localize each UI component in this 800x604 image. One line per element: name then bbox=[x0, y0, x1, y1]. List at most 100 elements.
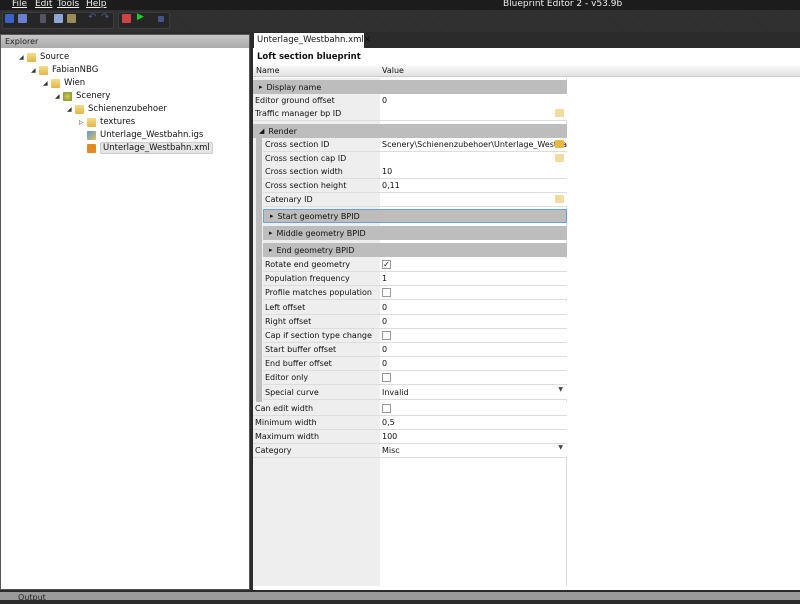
chevron-down-icon[interactable]: ▼ bbox=[558, 444, 563, 451]
property-value[interactable]: Misc ▼ bbox=[380, 444, 567, 457]
property-value[interactable]: 10 bbox=[380, 165, 567, 178]
tree-item[interactable]: ◢ Source bbox=[19, 51, 69, 63]
property-value[interactable]: 0 bbox=[380, 315, 567, 328]
folder-browse-icon[interactable] bbox=[555, 195, 564, 203]
value-text: 10 bbox=[382, 167, 393, 176]
property-group[interactable]: ▸ Middle geometry BPID bbox=[263, 226, 567, 240]
tree-item-label: textures bbox=[100, 117, 136, 127]
property-value[interactable]: 0 bbox=[380, 301, 567, 314]
property-row: Traffic manager bp ID bbox=[253, 107, 567, 121]
tree-item[interactable]: ◢ Wien bbox=[43, 77, 85, 89]
tree-item[interactable]: ◢ Schienenzubehoer bbox=[67, 103, 167, 115]
expanded-triangle-icon[interactable]: ◢ bbox=[19, 54, 27, 61]
output-panel[interactable]: Output bbox=[0, 592, 800, 602]
property-row: Editor only bbox=[263, 371, 567, 385]
property-name: Population frequency bbox=[263, 272, 380, 285]
menu-help[interactable]: Help bbox=[86, 0, 107, 9]
property-row: Special curve Invalid ▼ bbox=[263, 386, 567, 400]
value-text: Invalid bbox=[382, 388, 409, 397]
tree-item[interactable]: ▷ textures bbox=[79, 116, 135, 128]
property-name: Cross section width bbox=[263, 165, 380, 178]
checkbox[interactable] bbox=[382, 373, 391, 382]
property-value[interactable]: 0 bbox=[380, 343, 567, 356]
save-all-icon[interactable] bbox=[18, 14, 27, 23]
expanded-triangle-icon[interactable]: ◢ bbox=[55, 93, 63, 100]
checkbox[interactable] bbox=[382, 331, 391, 340]
property-row: Catenary ID bbox=[263, 193, 567, 207]
redo-icon[interactable]: ↷ bbox=[101, 12, 110, 23]
stop-icon[interactable] bbox=[158, 16, 164, 22]
tree-item[interactable]: ◢ Scenery bbox=[55, 90, 110, 102]
collapsed-triangle-icon[interactable]: ▸ bbox=[259, 83, 263, 91]
undo-icon[interactable]: ↶ bbox=[88, 12, 97, 23]
tree-item[interactable]: Unterlage_Westbahn.xml bbox=[79, 142, 213, 154]
property-name: Maximum width bbox=[253, 430, 380, 443]
folder-icon bbox=[27, 52, 36, 62]
folder-browse-icon[interactable] bbox=[555, 140, 564, 148]
property-group[interactable]: ▸ End geometry BPID bbox=[263, 243, 567, 257]
property-value[interactable] bbox=[380, 402, 567, 415]
property-value[interactable]: ✓ bbox=[380, 258, 567, 271]
checkbox[interactable]: ✓ bbox=[382, 260, 391, 269]
property-row: Cross section cap ID bbox=[263, 152, 567, 166]
property-value[interactable]: 0 bbox=[380, 357, 567, 370]
tab-unterlage-westbahn-xml[interactable]: Unterlage_Westbahn.xml ✕ bbox=[254, 33, 371, 48]
paste-icon[interactable] bbox=[67, 14, 76, 23]
cut-icon[interactable] bbox=[40, 14, 46, 23]
property-value[interactable] bbox=[380, 371, 567, 384]
menu-file[interactable]: File bbox=[12, 0, 27, 9]
property-value[interactable] bbox=[380, 286, 567, 299]
property-group[interactable]: ▸ Display name bbox=[253, 80, 567, 94]
property-value[interactable]: 1 bbox=[380, 272, 567, 285]
expanded-triangle-icon[interactable]: ◢ bbox=[31, 67, 39, 74]
build-icon[interactable] bbox=[122, 14, 131, 23]
window-title: Blueprint Editor 2 - v53.9b bbox=[503, 0, 623, 9]
column-name: Name bbox=[256, 66, 280, 75]
collapsed-triangle-icon[interactable]: ▸ bbox=[269, 229, 273, 237]
property-name: Cap if section type change bbox=[263, 329, 380, 342]
menu-tools[interactable]: Tools bbox=[57, 0, 79, 9]
column-value: Value bbox=[382, 66, 404, 75]
collapsed-triangle-icon[interactable]: ▸ bbox=[270, 212, 274, 220]
chevron-down-icon[interactable]: ▼ bbox=[558, 386, 563, 393]
copy-icon[interactable] bbox=[54, 14, 63, 23]
property-value[interactable]: Scenery\Schienenzubehoer\Unterlage_Westb… bbox=[380, 138, 567, 151]
igs-file-icon bbox=[87, 130, 96, 140]
property-group[interactable]: ◢ Render bbox=[253, 124, 567, 138]
property-value[interactable] bbox=[380, 193, 567, 206]
folder-browse-icon[interactable] bbox=[555, 109, 564, 117]
expanded-triangle-icon[interactable]: ◢ bbox=[259, 127, 264, 135]
property-value[interactable] bbox=[380, 152, 567, 165]
checkbox[interactable] bbox=[382, 288, 391, 297]
folder-icon bbox=[51, 78, 60, 88]
tree-item[interactable]: Unterlage_Westbahn.igs bbox=[79, 129, 203, 141]
property-row: Can edit width bbox=[253, 402, 567, 416]
property-value[interactable]: 100 bbox=[380, 430, 567, 443]
value-text: 0 bbox=[382, 317, 388, 326]
scenery-icon bbox=[63, 91, 72, 101]
property-group[interactable]: ▸ Start geometry BPID bbox=[263, 209, 567, 223]
expanded-triangle-icon[interactable]: ◢ bbox=[43, 80, 51, 87]
property-value[interactable]: Invalid ▼ bbox=[380, 386, 567, 399]
folder-browse-icon[interactable] bbox=[555, 154, 564, 162]
tree-item[interactable]: ◢ FabianNBG bbox=[31, 64, 98, 76]
property-value[interactable]: 0,5 bbox=[380, 416, 567, 429]
tab-label: Unterlage_Westbahn.xml bbox=[257, 35, 364, 45]
checkbox[interactable] bbox=[382, 404, 391, 413]
expanded-triangle-icon[interactable]: ◢ bbox=[67, 106, 75, 113]
group-label: Middle geometry BPID bbox=[276, 228, 366, 238]
property-name: Editor ground offset bbox=[253, 94, 380, 107]
close-icon[interactable]: ✕ bbox=[364, 35, 371, 46]
run-icon[interactable]: ▶ bbox=[137, 12, 146, 22]
collapsed-triangle-icon[interactable]: ▷ bbox=[79, 119, 87, 126]
collapsed-triangle-icon[interactable]: ▸ bbox=[269, 246, 273, 254]
menu-edit[interactable]: Edit bbox=[35, 0, 52, 9]
property-value[interactable]: 0,11 bbox=[380, 179, 567, 192]
property-value[interactable] bbox=[380, 329, 567, 342]
property-value[interactable]: 0 bbox=[380, 94, 567, 107]
property-value[interactable] bbox=[380, 107, 567, 120]
property-row: Cross section height 0,11 bbox=[263, 179, 567, 193]
folder-icon bbox=[75, 104, 84, 114]
save-icon[interactable] bbox=[5, 14, 14, 23]
property-row: Right offset 0 bbox=[263, 315, 567, 329]
